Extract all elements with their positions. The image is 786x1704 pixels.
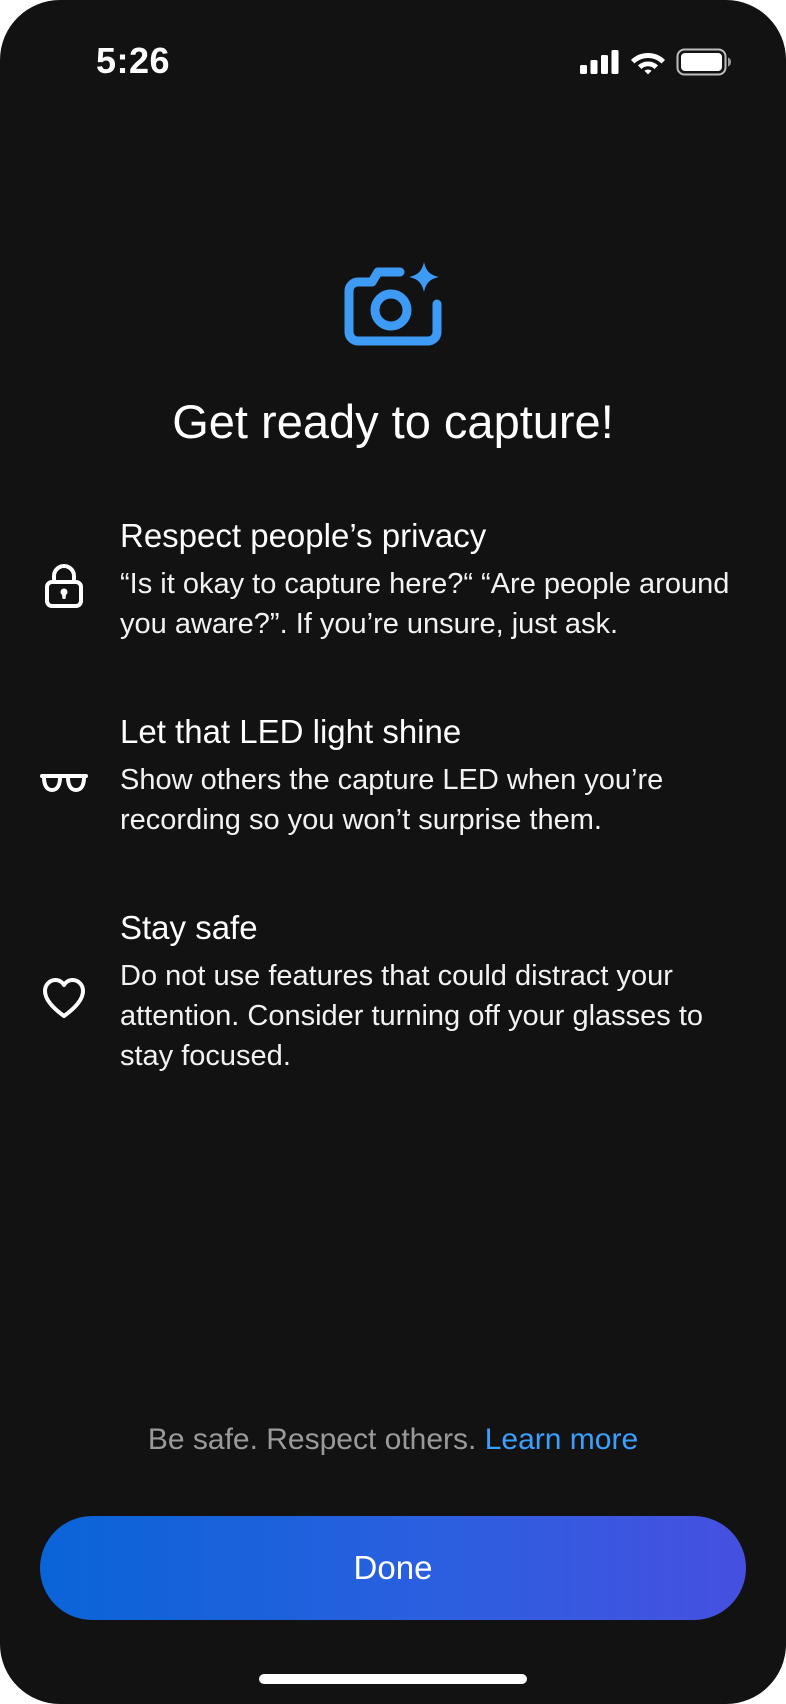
glasses-icon bbox=[40, 774, 88, 792]
guideline-title: Stay safe bbox=[120, 909, 258, 946]
footer-note-text: Be safe. Respect others. bbox=[147, 1423, 477, 1456]
battery-icon bbox=[676, 48, 731, 76]
guideline-body: Show others the capture LED when you’re … bbox=[120, 764, 664, 836]
cellular-signal-icon bbox=[580, 50, 619, 74]
page-title: Get ready to capture! bbox=[172, 395, 614, 448]
status-icons bbox=[580, 44, 732, 80]
guideline-title: Respect people’s privacy bbox=[120, 517, 487, 554]
guideline-body: “Is it okay to capture here?“ “Are peopl… bbox=[120, 568, 730, 640]
status-time: 5:26 bbox=[96, 40, 171, 81]
heart-icon bbox=[43, 978, 85, 1018]
screen: 5:26 Get ready to capture! Respect peopl… bbox=[0, 0, 786, 1704]
guideline-title: Let that LED light shine bbox=[120, 713, 462, 750]
lock-icon bbox=[45, 563, 83, 608]
home-indicator[interactable] bbox=[259, 1674, 527, 1684]
learn-more-link[interactable]: Learn more bbox=[485, 1423, 638, 1456]
guideline-body: Do not use features that could distract … bbox=[120, 960, 704, 1072]
footer-note: Be safe. Respect others. Learn more bbox=[0, 1420, 786, 1460]
wifi-icon bbox=[631, 53, 665, 75]
camera-sparkle-icon bbox=[344, 262, 442, 346]
done-button[interactable]: Done bbox=[40, 1516, 746, 1620]
